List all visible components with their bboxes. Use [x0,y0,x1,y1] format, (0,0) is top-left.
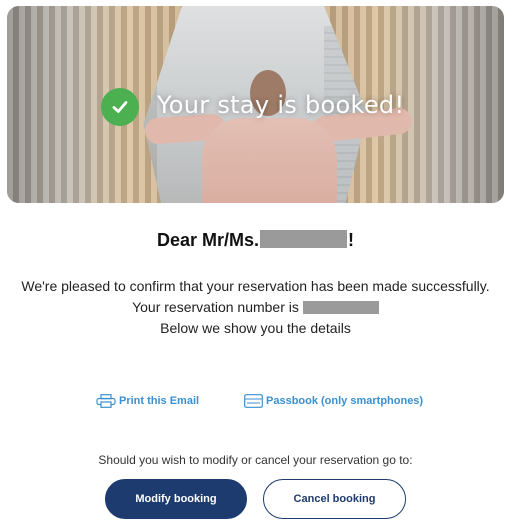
action-links: Print this Email Passbook (only smartpho… [0,394,511,412]
reservation-number-label: Your reservation number is [132,299,299,315]
hero-title: Your stay is booked! [157,91,405,119]
confirmation-message: We're pleased to confirm that your reser… [21,278,490,294]
hero-banner: Your stay is booked! [7,6,504,203]
reservation-number-line: Your reservation number is [0,299,511,315]
passbook-link[interactable]: Passbook (only smartphones) [244,394,423,408]
print-email-label: Print this Email [119,395,200,407]
printer-icon [96,394,116,408]
modify-booking-button[interactable]: Modify booking [105,479,247,519]
cancel-booking-button[interactable]: Cancel booking [263,479,406,519]
passbook-label: Passbook (only smartphones) [266,395,424,407]
print-email-link[interactable]: Print this Email [96,394,199,408]
details-intro: Below we show you the details [160,320,351,336]
redacted-reservation-number [302,300,379,314]
greeting: Dear Mr/Ms.! [0,230,511,251]
greeting-suffix: ! [348,230,355,250]
modify-cancel-prompt: Should you wish to modify or cancel your… [98,453,413,467]
booking-confirmation-email: Your stay is booked! Dear Mr/Ms.! We're … [0,0,511,524]
redacted-guest-name [260,230,348,249]
check-circle-icon [101,88,139,126]
greeting-prefix: Dear Mr/Ms. [156,230,260,250]
passbook-icon [244,394,263,408]
